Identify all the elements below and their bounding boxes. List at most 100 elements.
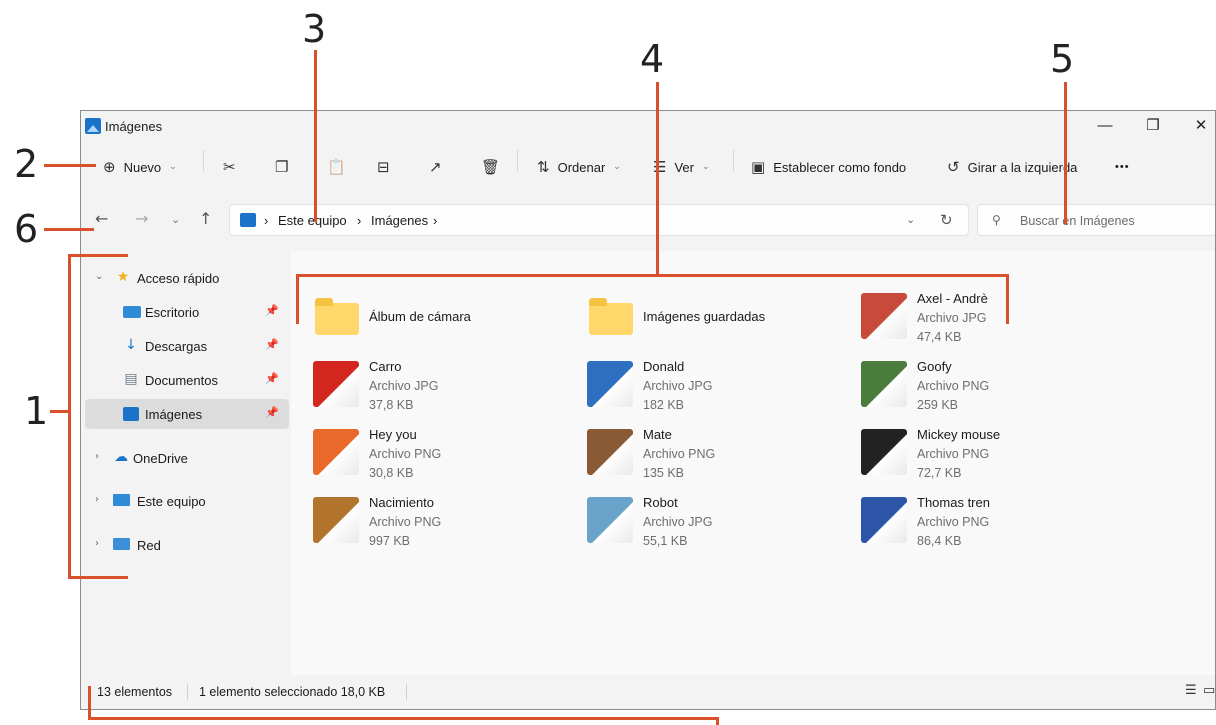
item-type: Archivo PNG bbox=[917, 379, 990, 393]
sidebar-item-onedrive[interactable]: › ☁ OneDrive bbox=[85, 443, 289, 473]
paste-icon: 📋 bbox=[327, 157, 346, 176]
chevron-right-icon: › bbox=[95, 494, 99, 505]
file-item[interactable]: Donald Archivo JPG 182 KB bbox=[587, 359, 847, 421]
restore-button[interactable]: ❐ bbox=[1135, 114, 1171, 138]
more-label: ••• bbox=[1115, 161, 1130, 173]
pin-icon[interactable]: 📌 bbox=[265, 338, 279, 351]
new-button[interactable]: ⊕ Nuevo ⌄ bbox=[103, 153, 177, 181]
sidebar-item-label: Acceso rápido bbox=[137, 271, 220, 286]
callout-line-4-bar bbox=[296, 274, 1008, 277]
network-icon bbox=[113, 538, 130, 550]
item-name: Mate bbox=[643, 427, 672, 442]
file-item[interactable]: Carro Archivo JPG 37,8 KB bbox=[313, 359, 573, 421]
callout-line-1 bbox=[50, 410, 70, 413]
sidebar-item-downloads[interactable]: ↓ Descargas 📌 bbox=[85, 331, 289, 361]
copy-icon: ❐ bbox=[275, 157, 289, 176]
rename-button[interactable]: ⊟ bbox=[377, 153, 390, 181]
file-item[interactable]: Axel - Andrè Archivo JPG 47,4 KB bbox=[861, 291, 1121, 353]
selection-info: 1 elemento seleccionado 18,0 KB bbox=[199, 685, 386, 699]
status-bar: 13 elementos 1 elemento seleccionado 18,… bbox=[81, 675, 1215, 709]
navigation-pane: ⌄ ★ Acceso rápido Escritorio 📌 ↓ Descarg… bbox=[81, 251, 291, 675]
breadcrumb-separator: › bbox=[433, 213, 438, 228]
item-size: 37,8 KB bbox=[369, 398, 414, 412]
callout-line-status bbox=[88, 686, 91, 720]
tiles-view-icon[interactable]: ▭ bbox=[1203, 683, 1215, 698]
set-background-button[interactable]: ▣ Establecer como fondo bbox=[751, 153, 906, 181]
callout-line-4-left bbox=[296, 274, 299, 324]
trash-icon: 🗑 bbox=[481, 157, 501, 176]
more-options-button[interactable]: ••• bbox=[1115, 153, 1130, 181]
details-view-icon[interactable]: ☰ bbox=[1185, 683, 1197, 698]
file-item[interactable]: Mate Archivo PNG 135 KB bbox=[587, 427, 847, 489]
search-box[interactable]: ⚲ Buscar en Imágenes bbox=[977, 204, 1215, 236]
donald-thumbnail bbox=[587, 361, 633, 407]
copy-button[interactable]: ❐ bbox=[275, 153, 288, 181]
address-history-chevron-icon[interactable]: ⌄ bbox=[906, 213, 915, 226]
up-arrow-icon[interactable]: ↑ bbox=[199, 209, 212, 228]
view-label: Ver bbox=[674, 159, 694, 175]
minimize-button[interactable]: — bbox=[1087, 114, 1123, 138]
navigation-bar: ← → ⌄ ↑ › Este equipo › Imágenes › ⌄ ↻ ⚲… bbox=[81, 201, 1215, 241]
view-button[interactable]: ☰ Ver ⌄ bbox=[653, 153, 710, 181]
pin-icon[interactable]: 📌 bbox=[265, 304, 279, 317]
file-item[interactable]: Hey you Archivo PNG 30,8 KB bbox=[313, 427, 573, 489]
rotate-left-button[interactable]: ↺ Girar a la izquierda bbox=[947, 153, 1077, 181]
pin-icon[interactable]: 📌 bbox=[265, 406, 279, 419]
divider bbox=[517, 150, 518, 172]
refresh-icon[interactable]: ↻ bbox=[940, 211, 953, 229]
item-type: Archivo PNG bbox=[643, 447, 716, 461]
callout-line-3 bbox=[314, 50, 317, 222]
mate-thumbnail bbox=[587, 429, 633, 475]
item-size: 72,7 KB bbox=[917, 466, 962, 480]
back-arrow-icon[interactable]: ← bbox=[95, 209, 108, 228]
item-type: Archivo PNG bbox=[369, 515, 442, 529]
item-name: Goofy bbox=[917, 359, 952, 374]
divider bbox=[733, 150, 734, 172]
sort-button[interactable]: ⇅ Ordenar ⌄ bbox=[537, 153, 621, 181]
file-item[interactable]: Mickey mouse Archivo PNG 72,7 KB bbox=[861, 427, 1121, 489]
delete-button[interactable]: 🗑 bbox=[481, 153, 500, 181]
file-item[interactable]: Thomas tren Archivo PNG 86,4 KB bbox=[861, 495, 1121, 557]
callout-number-3: 3 bbox=[302, 7, 327, 51]
callout-line-5 bbox=[1064, 82, 1067, 224]
item-type: Archivo PNG bbox=[917, 447, 990, 461]
folder-icon bbox=[589, 298, 633, 335]
recent-chevron-icon[interactable]: ⌄ bbox=[171, 213, 180, 226]
callout-line-status-bar bbox=[88, 717, 718, 720]
item-count: 13 elementos bbox=[97, 685, 173, 699]
close-button[interactable]: ✕ bbox=[1183, 114, 1215, 138]
divider bbox=[406, 684, 407, 700]
breadcrumb-separator: › bbox=[357, 213, 362, 228]
breadcrumb-this-pc[interactable]: Este equipo bbox=[278, 213, 347, 228]
rotate-left-icon: ↺ bbox=[947, 157, 960, 176]
star-icon: ★ bbox=[116, 269, 130, 285]
sort-label: Ordenar bbox=[557, 159, 606, 175]
sidebar-item-label: Este equipo bbox=[137, 494, 206, 509]
paste-button[interactable]: 📋 bbox=[327, 153, 346, 181]
pin-icon[interactable]: 📌 bbox=[265, 372, 279, 385]
sidebar-item-network[interactable]: › Red bbox=[85, 530, 289, 560]
pictures-folder-icon bbox=[240, 213, 256, 227]
sidebar-item-this-pc[interactable]: › Este equipo bbox=[85, 486, 289, 516]
share-button[interactable]: ↗ bbox=[429, 153, 442, 181]
sidebar-item-quick-access[interactable]: ⌄ ★ Acceso rápido bbox=[85, 263, 289, 293]
sidebar-item-documents[interactable]: ▤ Documentos 📌 bbox=[85, 365, 289, 395]
folder-item[interactable]: Álbum de cámara bbox=[313, 291, 573, 353]
sidebar-item-pictures[interactable]: Imágenes 📌 bbox=[85, 399, 289, 429]
robot-thumbnail bbox=[587, 497, 633, 543]
file-item[interactable]: Nacimiento Archivo PNG 997 KB bbox=[313, 495, 573, 557]
item-name: Hey you bbox=[369, 427, 417, 442]
file-item[interactable]: Goofy Archivo PNG 259 KB bbox=[861, 359, 1121, 421]
item-size: 997 KB bbox=[369, 534, 411, 548]
breadcrumb-pictures[interactable]: Imágenes bbox=[371, 213, 428, 228]
sidebar-item-desktop[interactable]: Escritorio 📌 bbox=[85, 297, 289, 327]
set-background-label: Establecer como fondo bbox=[773, 159, 907, 175]
pictures-icon bbox=[123, 407, 139, 421]
file-item[interactable]: Robot Archivo JPG 55,1 KB bbox=[587, 495, 847, 557]
cut-icon: ✂ bbox=[223, 157, 236, 176]
folder-item[interactable]: Imágenes guardadas bbox=[587, 291, 847, 353]
forward-arrow-icon[interactable]: → bbox=[135, 209, 148, 228]
chevron-down-icon: ⌄ bbox=[169, 162, 177, 172]
address-bar[interactable]: › Este equipo › Imágenes › ⌄ ↻ bbox=[229, 204, 969, 236]
cut-button[interactable]: ✂ bbox=[223, 153, 236, 181]
